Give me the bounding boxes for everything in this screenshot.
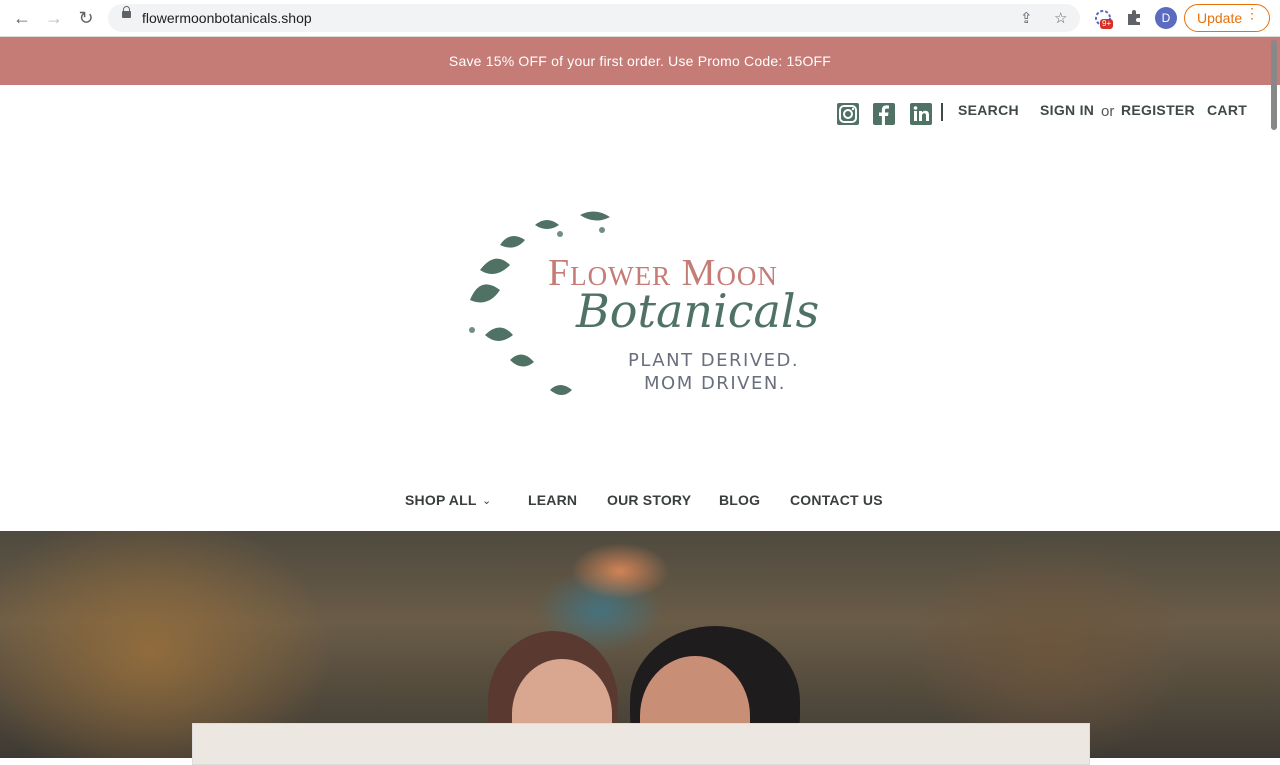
or-text: or: [1101, 103, 1115, 120]
logo-tagline-1: PLANT DERIVED.: [628, 350, 800, 371]
share-icon[interactable]: ⇪: [1020, 9, 1033, 27]
puzzle-icon[interactable]: [1125, 8, 1143, 26]
nav-learn[interactable]: LEARN: [528, 492, 577, 508]
back-icon[interactable]: ←: [10, 6, 34, 30]
hero-content-card: [192, 723, 1090, 765]
chevron-down-icon[interactable]: ⌄: [482, 494, 491, 507]
nav-blog[interactable]: BLOG: [719, 492, 760, 508]
scrollbar-thumb[interactable]: [1271, 40, 1277, 130]
browser-toolbar: ← → ↻ flowermoonbotanicals.shop ⇪ ☆ 9+ D…: [0, 0, 1280, 37]
lock-icon: [122, 6, 131, 18]
update-label: Update: [1197, 10, 1243, 26]
nav-our-story[interactable]: OUR STORY: [607, 492, 691, 508]
address-bar[interactable]: flowermoonbotanicals.shop ⇪ ☆: [108, 4, 1080, 32]
update-button[interactable]: Update ⋮: [1184, 4, 1270, 32]
nav-shop-all[interactable]: SHOP ALL: [405, 492, 477, 508]
facebook-icon[interactable]: [873, 103, 895, 125]
instagram-icon[interactable]: [837, 103, 859, 125]
menu-dots-icon[interactable]: ⋮: [1245, 6, 1259, 20]
sign-in-link[interactable]: SIGN IN: [1040, 102, 1094, 118]
promo-text: Save 15% OFF of your first order. Use Pr…: [448, 53, 832, 69]
search-link[interactable]: SEARCH: [958, 102, 1019, 118]
reload-icon[interactable]: ↻: [74, 6, 98, 30]
extension-badge: 9+: [1100, 19, 1114, 29]
utility-divider: [941, 103, 943, 121]
nav-contact-us[interactable]: CONTACT US: [790, 492, 883, 508]
logo-script: Botanicals: [576, 284, 820, 338]
url-text: flowermoonbotanicals.shop: [142, 10, 312, 26]
register-link[interactable]: REGISTER: [1121, 102, 1195, 118]
logo-tagline-2: MOM DRIVEN.: [644, 373, 786, 394]
promo-banner: Save 15% OFF of your first order. Use Pr…: [0, 37, 1280, 85]
bookmark-star-icon[interactable]: ☆: [1054, 9, 1067, 27]
cart-link[interactable]: CART: [1207, 102, 1247, 118]
forward-icon[interactable]: →: [42, 6, 66, 30]
linkedin-icon[interactable]: [910, 103, 932, 125]
profile-avatar[interactable]: D: [1155, 7, 1177, 29]
